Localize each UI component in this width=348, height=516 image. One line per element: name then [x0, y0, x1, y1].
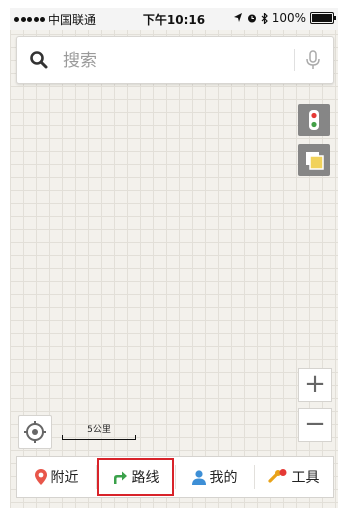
map-scale: 5公里: [62, 420, 136, 442]
scale-bar: [62, 435, 136, 440]
scale-label: 5公里: [87, 425, 111, 435]
tab-tools[interactable]: 工具: [254, 457, 333, 497]
tab-mine[interactable]: 我的: [175, 457, 254, 497]
crosshair-icon: [24, 421, 46, 443]
zoom-out-button[interactable]: −: [298, 408, 332, 442]
layers-icon: [306, 152, 324, 170]
traffic-light-icon: [309, 110, 319, 130]
status-icons: 100%: [233, 11, 336, 25]
search-divider: [294, 49, 295, 71]
route-arrow-icon: [113, 471, 127, 484]
battery-icon: [310, 12, 336, 24]
map-app-screen: 中国联通 下午10:16 100% 搜索 + − 5公里 附近 路线 我的 工具: [10, 8, 338, 508]
search-icon: [30, 51, 48, 69]
tab-nearby-label: 附近: [50, 470, 79, 486]
tools-icon: [267, 469, 286, 483]
microphone-icon[interactable]: [303, 49, 323, 71]
search-input[interactable]: [61, 49, 285, 73]
search-bar[interactable]: [16, 36, 334, 84]
layers-button[interactable]: [298, 144, 330, 176]
status-bar: 中国联通 下午10:16 100%: [10, 8, 338, 30]
zoom-in-button[interactable]: +: [298, 368, 332, 402]
bottom-tab-bar: 附近 路线 我的 工具: [16, 456, 334, 498]
tab-tools-label: 工具: [291, 470, 320, 486]
location-pin-icon: [34, 469, 47, 485]
tab-nearby[interactable]: 附近: [17, 457, 96, 497]
locate-me-button[interactable]: [18, 415, 52, 449]
tab-route-label: 路线: [131, 470, 160, 486]
battery-percent: 100%: [271, 11, 306, 25]
location-arrow-icon: [233, 13, 242, 22]
bluetooth-icon: [261, 12, 268, 24]
tab-mine-label: 我的: [209, 470, 238, 486]
alarm-clock-icon: [247, 14, 256, 23]
tab-route[interactable]: 路线: [96, 457, 175, 497]
traffic-toggle-button[interactable]: [298, 104, 330, 136]
person-icon: [191, 469, 206, 485]
